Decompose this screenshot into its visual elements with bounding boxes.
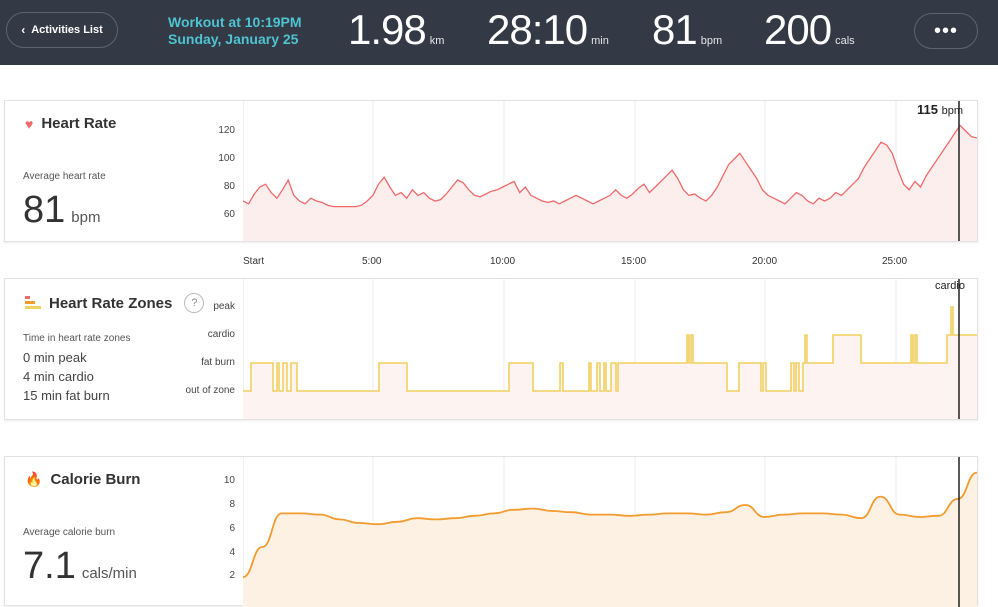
- zone-label-cardio: cardio: [207, 329, 235, 340]
- activities-list-button[interactable]: ‹ Activities List: [6, 12, 118, 48]
- heart-rate-value: 81: [652, 6, 698, 53]
- cal-y-tick: 6: [229, 523, 235, 534]
- x-tick-25: 25:00: [882, 256, 908, 267]
- heart-rate-stat: 81 bpm: [652, 6, 722, 54]
- x-tick-20: 20:00: [752, 256, 778, 267]
- cal-y-tick: 4: [229, 547, 235, 558]
- calories-unit: cals: [835, 35, 855, 47]
- distance-value: 1.98: [348, 6, 427, 53]
- x-tick-15: 15:00: [621, 256, 647, 267]
- calorie-burn-chart[interactable]: [243, 457, 977, 607]
- heart-rate-panel: ♥ Heart Rate Average heart rate 81 bpm 12…: [4, 100, 978, 242]
- workout-time: Workout at 10:19PM: [168, 14, 302, 30]
- calorie-summary: 🔥 Calorie Burn Average calorie burn 7.1 c…: [5, 457, 243, 605]
- avg-calorie-value: 7.1: [23, 545, 76, 587]
- heart-rate-summary: ♥ Heart Rate Average heart rate 81 bpm 12…: [5, 101, 243, 241]
- hr-y-tick: 60: [223, 209, 235, 220]
- calories-value: 200: [764, 6, 832, 53]
- hr-y-tick: 120: [218, 125, 235, 136]
- zone-label-fatburn: fat burn: [201, 357, 235, 368]
- avg-calorie-unit: cals/min: [81, 565, 137, 582]
- avg-heart-rate: 81 bpm: [23, 189, 100, 232]
- zone-fatburn-minutes: 15 min fat burn: [23, 388, 110, 403]
- calorie-title-text: Calorie Burn: [50, 471, 141, 488]
- x-tick-10: 10:00: [490, 256, 516, 267]
- distance-unit: km: [429, 35, 445, 47]
- workout-heading: Workout at 10:19PM Sunday, January 25: [168, 14, 302, 48]
- distance-stat: 1.98 km: [348, 6, 444, 54]
- hr-y-tick: 80: [223, 181, 235, 192]
- cal-y-tick: 2: [229, 570, 235, 581]
- heart-rate-area: [243, 125, 977, 241]
- back-label: Activities List: [31, 24, 103, 36]
- more-options-button[interactable]: •••: [914, 13, 978, 49]
- heart-rate-zones-chart[interactable]: [243, 279, 977, 419]
- flame-icon: 🔥: [25, 471, 43, 487]
- chevron-left-icon: ‹: [21, 23, 26, 37]
- calorie-burn-panel: 🔥 Calorie Burn Average calorie burn 7.1 c…: [4, 456, 978, 607]
- heart-icon: ♥: [25, 115, 34, 132]
- zones-title-text: Heart Rate Zones: [49, 294, 173, 312]
- hr-cursor-readout: 115 bpm: [917, 102, 963, 117]
- avg-calorie-label: Average calorie burn: [23, 527, 116, 538]
- x-tick-start: Start: [243, 256, 265, 267]
- calorie-area: [243, 472, 977, 607]
- zone-label-out: out of zone: [185, 385, 235, 396]
- hr-y-tick: 100: [218, 153, 235, 164]
- heart-rate-title: ♥ Heart Rate: [25, 115, 116, 132]
- zone-cursor-label: cardio: [935, 280, 965, 292]
- cal-y-tick: 8: [229, 499, 235, 510]
- heart-rate-zones-panel: Heart Rate Zones ? Time in heart rate zo…: [4, 278, 978, 420]
- duration-value: 28:10: [487, 6, 588, 53]
- avg-heart-rate-unit: bpm: [71, 209, 101, 226]
- calories-stat: 200 cals: [764, 6, 855, 54]
- heart-rate-unit: bpm: [700, 35, 723, 47]
- zone-label-peak: peak: [213, 301, 235, 312]
- avg-heart-rate-label: Average heart rate: [23, 171, 106, 182]
- heart-rate-chart[interactable]: [243, 101, 977, 241]
- zones-summary: Heart Rate Zones ? Time in heart rate zo…: [5, 279, 243, 419]
- duration-unit: min: [591, 35, 609, 47]
- zone-peak-minutes: 0 min peak: [23, 350, 87, 365]
- zones-icon: [25, 296, 41, 309]
- hr-cursor-unit: bpm: [941, 105, 964, 117]
- duration-stat: 28:10 min: [487, 6, 609, 54]
- hr-cursor-value: 115: [917, 102, 938, 117]
- calorie-title: 🔥 Calorie Burn: [25, 471, 140, 488]
- cal-y-tick: 10: [223, 475, 235, 486]
- avg-calorie-burn: 7.1 cals/min: [23, 545, 137, 588]
- zone-cardio-minutes: 4 min cardio: [23, 369, 94, 384]
- avg-heart-rate-value: 81: [23, 189, 66, 231]
- more-icon: •••: [933, 19, 958, 42]
- heart-rate-title-text: Heart Rate: [41, 115, 117, 132]
- workout-date: Sunday, January 25: [168, 31, 299, 47]
- top-bar: ‹ Activities List Workout at 10:19PM Sun…: [0, 0, 998, 65]
- x-tick-5: 5:00: [362, 256, 382, 267]
- zones-desc: Time in heart rate zones: [23, 333, 131, 344]
